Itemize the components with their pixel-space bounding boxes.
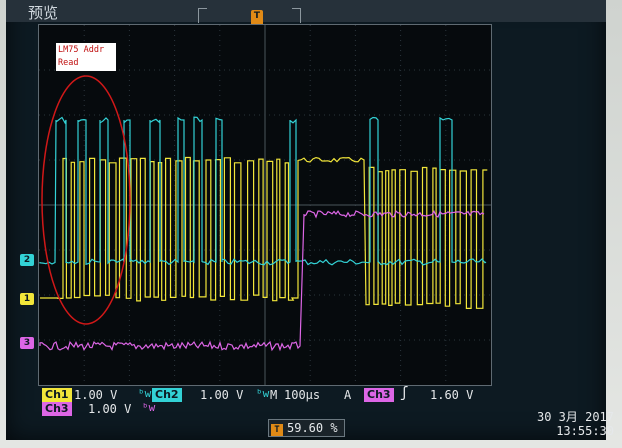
- trigger-slope-icon: ʃ: [400, 385, 409, 401]
- annotation-note: LM75 Addr Read: [56, 43, 116, 71]
- ch2-ground-marker[interactable]: 2: [20, 254, 34, 266]
- trigger-position-readout: T 59.60 %: [268, 419, 345, 437]
- trigger-source[interactable]: Ch3: [364, 388, 394, 402]
- timebase-label: M: [270, 388, 278, 402]
- acquisition-mode-label: 预览: [28, 4, 59, 22]
- trigger-position-value: 59.60 %: [287, 421, 338, 435]
- trigger-level: 1.60 V: [430, 388, 474, 402]
- record-view-bracket-left: [198, 8, 207, 23]
- date-text: 30 3月 2017: [536, 410, 614, 424]
- timebase-value: 100µs: [284, 388, 321, 402]
- time-text: 13:55:30: [556, 424, 614, 438]
- waveform-graticule: [38, 24, 492, 386]
- ch2-bandwidth-icon: ᵇw: [256, 387, 270, 400]
- ch3-bandwidth-icon: ᵇw: [142, 401, 156, 414]
- ch3-scale: 1.00 V: [88, 402, 132, 416]
- ch2-scale: 1.00 V: [200, 388, 244, 402]
- top-status-strip: [6, 0, 606, 22]
- record-view-bracket-right: [292, 8, 301, 23]
- ch1-tag[interactable]: Ch1: [42, 388, 72, 402]
- trigger-mode: A: [344, 388, 352, 402]
- ch3-ground-marker[interactable]: 3: [20, 337, 34, 349]
- annotation-line2: Read: [58, 58, 79, 68]
- graticule-svg: [39, 25, 491, 385]
- datetime-readout: 30 3月 2017 13:55:30: [537, 410, 614, 438]
- ch2-coupling-icon: ᵇw: [138, 387, 152, 400]
- annotation-line1: LM75 Addr: [58, 45, 105, 55]
- trigger-position-icon: T: [271, 424, 283, 436]
- ch1-ground-marker[interactable]: 1: [20, 293, 34, 305]
- ch1-scale: 1.00 V: [74, 388, 118, 402]
- ch3-tag[interactable]: Ch3: [42, 402, 72, 416]
- ch2-tag[interactable]: Ch2: [152, 388, 182, 402]
